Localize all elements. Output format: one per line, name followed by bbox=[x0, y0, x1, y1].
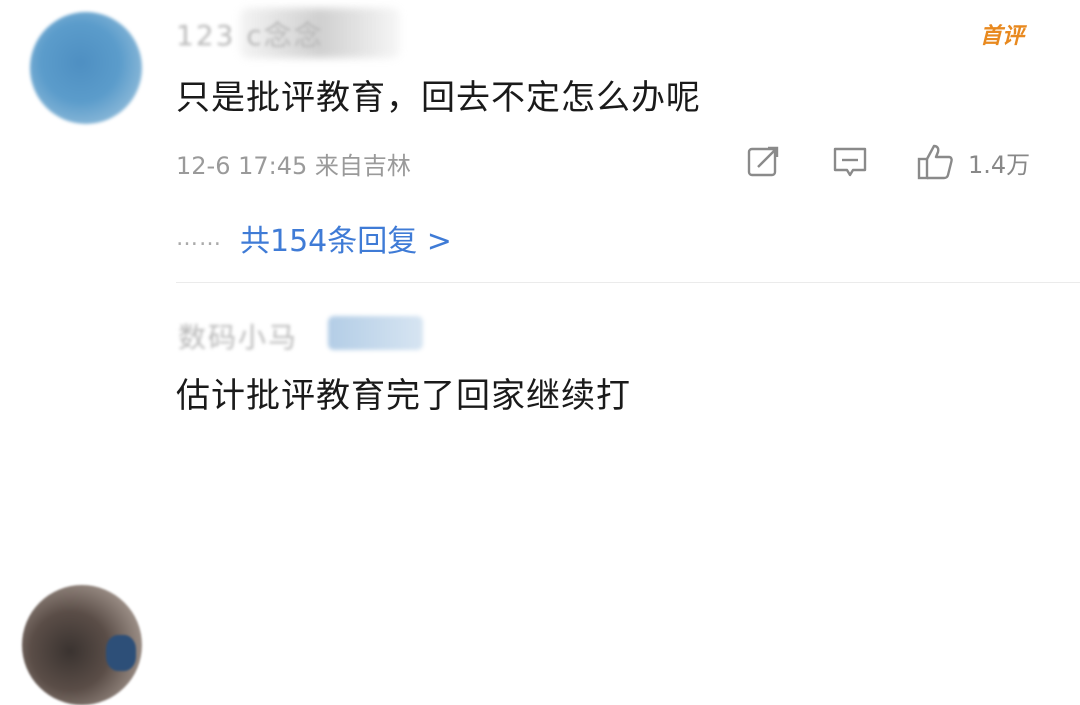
like-count: 1.4万 bbox=[968, 150, 1031, 179]
avatar-detail bbox=[106, 635, 136, 671]
like-button[interactable]: 1.4万 bbox=[916, 142, 1030, 182]
first-comment-badge: 首评 bbox=[980, 24, 1025, 49]
username[interactable]: 数码小马 bbox=[178, 316, 298, 356]
comment-text: 只是批评教育，回去不定怎么办呢 bbox=[176, 78, 701, 118]
share-button[interactable] bbox=[746, 142, 782, 182]
reply-button[interactable] bbox=[832, 142, 868, 182]
comment-text: 估计批评教育完了回家继续打 bbox=[176, 376, 631, 416]
user-badge bbox=[328, 316, 423, 350]
reply-dots: …… bbox=[176, 225, 222, 251]
comment-icon bbox=[833, 147, 867, 177]
comment-item: 123 c念念 首评 只是批评教育，回去不定怎么办呢 12-6 17:45 来自… bbox=[0, 0, 1080, 282]
avatar[interactable] bbox=[22, 585, 142, 705]
share-icon bbox=[747, 146, 779, 177]
replies-link[interactable]: 共154条回复 > bbox=[240, 216, 452, 260]
username[interactable]: 123 c念念 bbox=[176, 14, 324, 54]
avatar[interactable] bbox=[30, 12, 142, 124]
view-replies[interactable]: …… 共154条回复 > bbox=[176, 216, 452, 260]
comment-meta: 12-6 17:45 来自吉林 bbox=[176, 152, 411, 180]
thumbs-up-icon bbox=[917, 144, 953, 180]
